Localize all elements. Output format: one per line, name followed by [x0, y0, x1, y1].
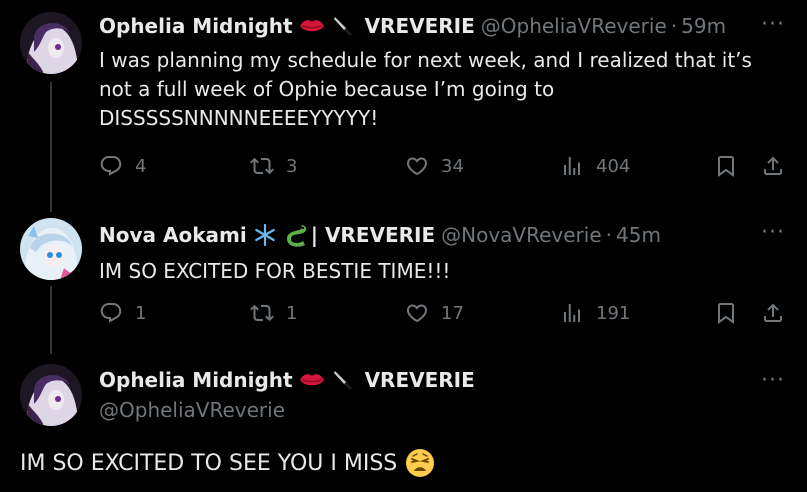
like-count: 17: [441, 302, 464, 324]
views-count: 191: [596, 302, 631, 324]
timestamp[interactable]: 45m: [616, 223, 661, 247]
views-button[interactable]: 191: [560, 301, 630, 325]
tweet-text-line: DISSSSSNNNNNEEEEYYYYY!: [99, 106, 379, 130]
reply-count: 1: [135, 302, 147, 324]
tweet-text-line: not a full week of Ophie because I’m goi…: [99, 77, 555, 101]
tweet-text: IM SO EXCITED TO SEE YOU I MISS: [20, 450, 398, 476]
share-icon: [761, 154, 785, 178]
repost-count: 3: [286, 155, 298, 177]
views-count: 404: [596, 155, 631, 177]
reply-icon: [99, 301, 123, 325]
tweet-header: Ophelia Midnight VREVERIE @OpheliaVRever…: [99, 14, 726, 38]
tweet-actions: 4 3 34 404: [99, 154, 785, 184]
bookmark-button[interactable]: [714, 154, 738, 178]
separator: ·: [605, 223, 612, 247]
bookmark-icon: [714, 154, 738, 178]
views-icon: [560, 301, 584, 325]
repost-button[interactable]: 1: [250, 301, 297, 325]
display-name[interactable]: Ophelia Midnight: [99, 368, 293, 392]
tweet[interactable]: Nova Aokami | VREVERIE @NovaVReverie · 4…: [0, 212, 807, 352]
avatar-image: [20, 364, 82, 426]
timestamp[interactable]: 59m: [681, 14, 726, 38]
focused-tweet-text: IM SO EXCITED TO SEE YOU I MISS: [20, 448, 435, 478]
tweet-actions: 1 1 17 191: [99, 301, 785, 331]
repost-icon: [250, 301, 274, 325]
share-button[interactable]: [761, 301, 785, 325]
more-icon[interactable]: ···: [761, 368, 785, 393]
repost-button[interactable]: 3: [250, 154, 297, 178]
repost-count: 1: [286, 302, 298, 324]
handle[interactable]: @OpheliaVReverie: [99, 398, 285, 422]
views-button[interactable]: 404: [560, 154, 630, 178]
dragon-emoji: [283, 222, 309, 248]
snowflake-emoji: [253, 223, 277, 247]
share-button[interactable]: [761, 154, 785, 178]
tweet-header: Nova Aokami | VREVERIE @NovaVReverie · 4…: [99, 222, 661, 248]
separator: ·: [670, 14, 678, 38]
tweet[interactable]: Ophelia Midnight VREVERIE @OpheliaVRever…: [0, 0, 807, 212]
lips-emoji: [299, 371, 325, 389]
avatar[interactable]: [20, 12, 82, 74]
group-name: VREVERIE: [364, 14, 475, 38]
tweet-text: I was planning my schedule for next week…: [99, 46, 752, 133]
handle[interactable]: @NovaVReverie: [441, 223, 602, 247]
like-button[interactable]: 17: [405, 301, 464, 325]
reply-button[interactable]: 1: [99, 301, 146, 325]
heart-icon: [405, 301, 429, 325]
avatar-image: [20, 12, 82, 74]
reply-button[interactable]: 4: [99, 154, 146, 178]
weary-face-emoji: [405, 448, 435, 478]
lips-emoji: [299, 17, 325, 35]
avatar[interactable]: [20, 364, 82, 426]
more-icon[interactable]: ···: [761, 12, 785, 37]
knife-emoji: [331, 14, 355, 38]
tweet-text-line: I was planning my schedule for next week…: [99, 48, 752, 72]
bookmark-button[interactable]: [714, 301, 738, 325]
reply-count: 4: [135, 155, 147, 177]
like-button[interactable]: 34: [405, 154, 464, 178]
bookmark-icon: [714, 301, 738, 325]
avatar[interactable]: [20, 218, 82, 280]
heart-icon: [405, 154, 429, 178]
share-icon: [761, 301, 785, 325]
tweet-header: Ophelia Midnight VREVERIE: [99, 368, 475, 392]
group-name: VREVERIE: [364, 368, 475, 392]
reply-icon: [99, 154, 123, 178]
repost-icon: [250, 154, 274, 178]
group-name: | VREVERIE: [310, 223, 436, 247]
knife-emoji: [331, 368, 355, 392]
views-icon: [560, 154, 584, 178]
like-count: 34: [441, 155, 464, 177]
display-name[interactable]: Ophelia Midnight: [99, 14, 293, 38]
tweet-text: IM SO EXCITED FOR BESTIE TIME!!!: [99, 259, 451, 283]
handle[interactable]: @OpheliaVReverie: [481, 14, 667, 38]
more-icon[interactable]: ···: [761, 220, 785, 245]
display-name[interactable]: Nova Aokami: [99, 223, 247, 247]
avatar-image: [20, 218, 82, 280]
